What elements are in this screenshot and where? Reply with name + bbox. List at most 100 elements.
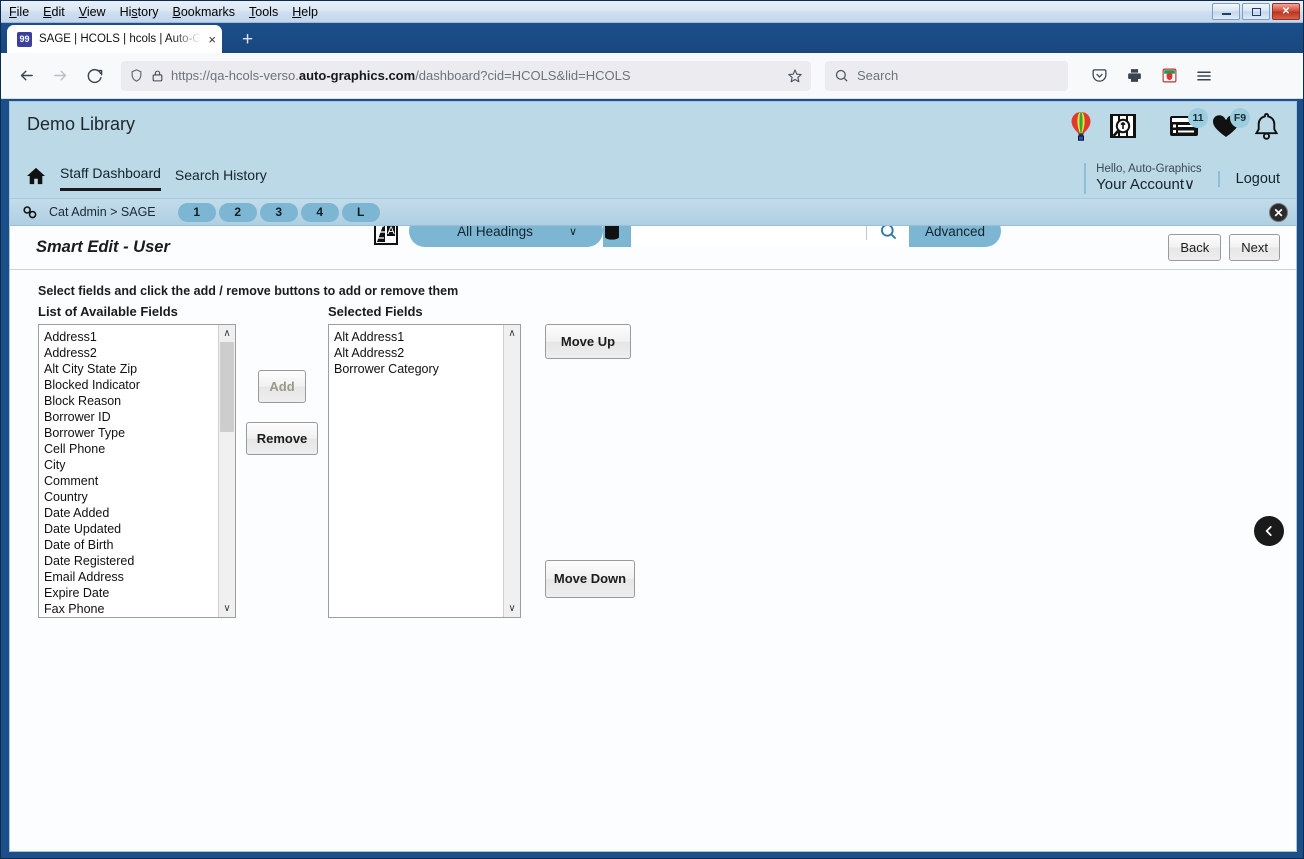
- menu-view[interactable]: View: [79, 5, 106, 19]
- notification-bell-icon[interactable]: [1253, 112, 1280, 141]
- shield-icon[interactable]: [129, 68, 144, 83]
- pocket-icon[interactable]: [1084, 61, 1114, 91]
- list-item[interactable]: Cell Phone: [44, 441, 235, 457]
- move-up-button[interactable]: Move Up: [545, 324, 631, 359]
- available-fields-listbox[interactable]: Address1 Address2 Alt City State Zip Blo…: [38, 324, 236, 618]
- minimize-button[interactable]: [1212, 3, 1240, 20]
- favorites-badge: F9: [1230, 108, 1250, 128]
- back-button[interactable]: Back: [1168, 234, 1222, 261]
- new-tab-button[interactable]: +: [242, 29, 253, 51]
- available-fields-column: List of Available Fields Address1 Addres…: [38, 304, 236, 618]
- menu-history[interactable]: History: [120, 5, 159, 19]
- extension-icon[interactable]: [1154, 61, 1184, 91]
- browser-tab[interactable]: 99 SAGE | HCOLS | hcols | Auto-Gra ×: [7, 25, 222, 53]
- panel-header: Smart Edit - User Back Next: [10, 226, 1296, 270]
- step-pills: 1 2 3 4 L: [177, 202, 380, 222]
- panel-actions: Back Next: [1168, 234, 1280, 261]
- search-icon: [834, 68, 849, 83]
- instruction-text: Select fields and click the add / remove…: [38, 284, 459, 298]
- remove-button[interactable]: Remove: [246, 422, 318, 455]
- available-fields-scrollbar[interactable]: ∧ ∨: [218, 325, 235, 617]
- list-item[interactable]: Block Reason: [44, 393, 235, 409]
- page-title: Smart Edit - User: [36, 238, 170, 256]
- selected-fields-column: Selected Fields Alt Address1 Alt Address…: [328, 304, 521, 618]
- list-item[interactable]: Country: [44, 489, 235, 505]
- list-item[interactable]: Date Registered: [44, 553, 235, 569]
- nav-staff-dashboard[interactable]: Staff Dashboard: [60, 165, 161, 191]
- collapse-sidebar-button[interactable]: [1254, 516, 1284, 546]
- step-pill-l[interactable]: L: [341, 202, 380, 222]
- move-down-button[interactable]: Move Down: [545, 560, 635, 598]
- scroll-thumb[interactable]: [219, 342, 234, 432]
- list-item[interactable]: Borrower Category: [334, 361, 520, 377]
- menu-tools[interactable]: Tools: [249, 5, 278, 19]
- tab-close-icon[interactable]: ×: [208, 33, 216, 46]
- favorites-heart-icon[interactable]: F9: [1211, 108, 1250, 139]
- list-item[interactable]: City: [44, 457, 235, 473]
- add-button[interactable]: Add: [258, 370, 306, 403]
- list-item[interactable]: Comment: [44, 473, 235, 489]
- list-item[interactable]: Expire Date: [44, 585, 235, 601]
- home-icon[interactable]: [26, 167, 46, 190]
- scan-search-icon[interactable]: [1107, 110, 1139, 142]
- back-icon[interactable]: [11, 61, 41, 91]
- step-pill-3[interactable]: 3: [259, 202, 298, 222]
- list-item[interactable]: Address1: [44, 329, 235, 345]
- scroll-up-icon[interactable]: ∧: [504, 325, 521, 342]
- title-bar: File Edit View History Bookmarks Tools H…: [1, 1, 1303, 23]
- selected-fields-listbox[interactable]: Alt Address1 Alt Address2 Borrower Categ…: [328, 324, 521, 618]
- reorder-buttons: Move Up Move Down: [521, 304, 641, 598]
- scroll-track[interactable]: [504, 342, 521, 600]
- scroll-down-icon[interactable]: ∨: [504, 600, 521, 617]
- toolbar-icons: [1084, 61, 1219, 91]
- header-icon-group: 11 F9: [1067, 108, 1280, 142]
- available-fields-items: Address1 Address2 Alt City State Zip Blo…: [39, 325, 235, 617]
- menu-bookmarks[interactable]: Bookmarks: [173, 5, 236, 19]
- list-item[interactable]: Date Updated: [44, 521, 235, 537]
- reload-icon[interactable]: [79, 61, 109, 91]
- list-item[interactable]: Borrower ID: [44, 409, 235, 425]
- list-item[interactable]: Date of Birth: [44, 537, 235, 553]
- list-item[interactable]: Email Address: [44, 569, 235, 585]
- tab-title: SAGE | HCOLS | hcols | Auto-Gra: [39, 33, 202, 45]
- scroll-down-icon[interactable]: ∨: [219, 600, 236, 617]
- menu-file[interactable]: File: [9, 5, 29, 19]
- close-icon[interactable]: ✕: [1269, 203, 1288, 222]
- browser-toolbar: https://qa-hcols-verso.auto-graphics.com…: [1, 53, 1303, 99]
- list-item[interactable]: Alt City State Zip: [44, 361, 235, 377]
- window-controls: ✕: [1212, 3, 1300, 20]
- address-bar[interactable]: https://qa-hcols-verso.auto-graphics.com…: [121, 60, 811, 91]
- hamburger-menu-icon[interactable]: [1189, 61, 1219, 91]
- close-window-button[interactable]: ✕: [1272, 3, 1300, 20]
- browser-search-box[interactable]: Search: [825, 60, 1068, 91]
- bookmark-star-icon[interactable]: [787, 68, 803, 84]
- scroll-up-icon[interactable]: ∧: [219, 325, 236, 342]
- account-menu[interactable]: Your Account∨: [1096, 176, 1201, 193]
- maximize-button[interactable]: [1242, 3, 1270, 20]
- menu-edit[interactable]: Edit: [43, 5, 65, 19]
- smart-edit-panel: Smart Edit - User Back Next Select field…: [10, 226, 1296, 851]
- list-item[interactable]: Alt Address2: [334, 345, 520, 361]
- list-item[interactable]: Borrower Type: [44, 425, 235, 441]
- account-block[interactable]: Hello, Auto-Graphics Your Account∨: [1084, 163, 1217, 194]
- print-icon[interactable]: [1119, 61, 1149, 91]
- list-item[interactable]: Date Added: [44, 505, 235, 521]
- list-item[interactable]: Alt Address1: [334, 329, 520, 345]
- list-item[interactable]: Blocked Indicator: [44, 377, 235, 393]
- balloon-icon[interactable]: [1067, 110, 1095, 142]
- step-pill-1[interactable]: 1: [177, 202, 216, 222]
- list-icon[interactable]: 11: [1169, 108, 1208, 139]
- step-pill-4[interactable]: 4: [300, 202, 339, 222]
- logout-link[interactable]: Logout: [1217, 170, 1280, 187]
- step-pill-2[interactable]: 2: [218, 202, 257, 222]
- lock-icon[interactable]: [151, 69, 164, 83]
- scroll-track[interactable]: [219, 342, 236, 600]
- list-item[interactable]: Address2: [44, 345, 235, 361]
- selected-fields-scrollbar[interactable]: ∧ ∨: [503, 325, 520, 617]
- breadcrumb: Cat Admin > SAGE: [49, 205, 156, 219]
- nav-search-history[interactable]: Search History: [175, 167, 267, 190]
- next-button[interactable]: Next: [1229, 234, 1280, 261]
- list-item[interactable]: Fax Phone: [44, 601, 235, 617]
- menu-help[interactable]: Help: [292, 5, 318, 19]
- forward-icon[interactable]: [45, 61, 75, 91]
